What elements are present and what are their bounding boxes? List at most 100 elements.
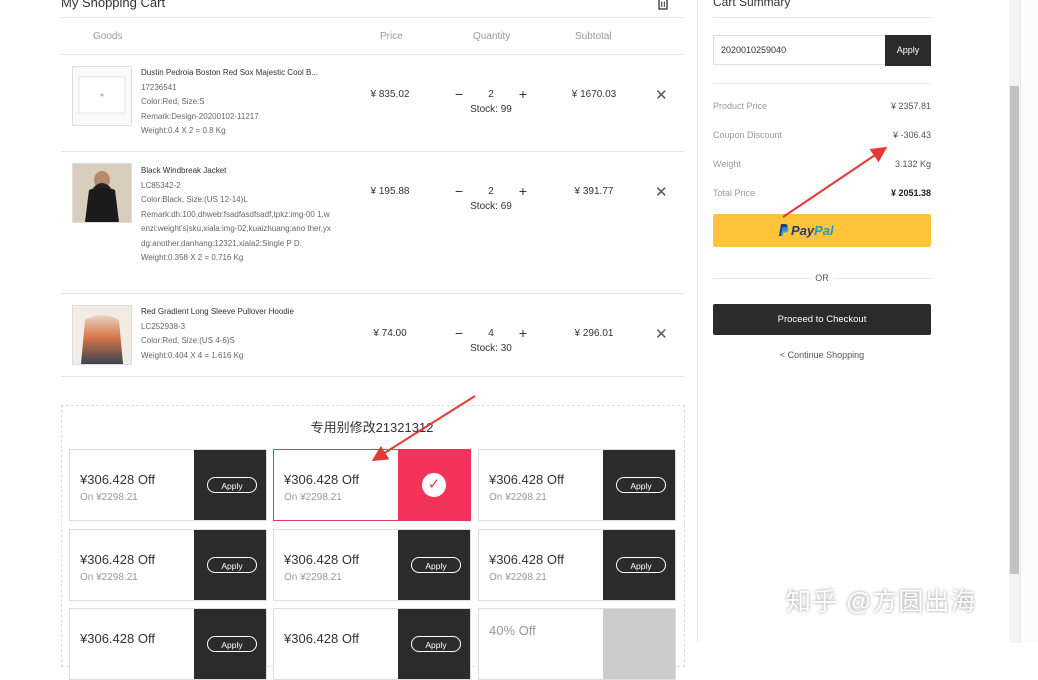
coupon-apply-button[interactable]: Apply — [207, 477, 257, 493]
product-image[interactable] — [72, 163, 132, 223]
item-price: ¥ 195.88 — [370, 186, 410, 197]
stock-label: Stock: 69 — [470, 201, 512, 212]
coupon-condition: On ¥2298.21 — [284, 572, 342, 583]
coupon-condition: On ¥2298.21 — [284, 492, 342, 503]
divider — [61, 376, 684, 377]
coupon-condition: On ¥2298.21 — [489, 572, 547, 583]
column-header-goods: Goods — [93, 31, 123, 42]
product-price-label: Product Price — [713, 101, 768, 111]
column-header-subtotal: Subtotal — [575, 31, 612, 42]
side-panel — [1020, 0, 1038, 643]
product-remark: Remark:dh:100,dhweb:fsadfasdfsadf,tpkz:i… — [141, 209, 331, 248]
coupon-card-selected[interactable]: ¥306.428 Off On ¥2298.21 ✓ — [273, 449, 471, 521]
divider — [61, 293, 684, 294]
minus-icon[interactable]: − — [455, 86, 463, 102]
coupon-amount: ¥306.428 Off — [284, 552, 359, 567]
coupon-card-disabled: 40% Off — [478, 608, 676, 680]
coupon-amount: 40% Off — [489, 623, 536, 638]
close-icon[interactable]: ✕ — [655, 86, 668, 104]
coupon-heading: 专用别修改21321312 — [310, 420, 434, 435]
apply-coupon-button[interactable]: Apply — [885, 35, 931, 66]
divider — [61, 151, 684, 152]
coupon-stub: Apply — [394, 530, 470, 600]
weight-label: Weight — [713, 159, 741, 169]
coupon-apply-button[interactable]: Apply — [616, 477, 666, 493]
product-name[interactable]: Black Windbreak Jacket — [141, 164, 331, 179]
or-separator: OR — [815, 273, 829, 283]
checkout-button[interactable]: Proceed to Checkout — [713, 304, 931, 335]
quantity-stepper: − 2 + Stock: 99 — [455, 86, 527, 115]
coupon-apply-button[interactable]: Apply — [411, 636, 461, 652]
divider — [61, 54, 684, 55]
coupon-amount: ¥306.428 Off — [489, 472, 564, 487]
paypal-label: PayPal — [791, 223, 834, 238]
coupon-stub: Apply — [190, 450, 266, 520]
coupon-stub — [599, 609, 675, 679]
product-remark: Remark:Design-20200102-11217 — [141, 111, 259, 121]
scrollbar-thumb[interactable] — [1010, 86, 1019, 574]
close-icon[interactable]: ✕ — [655, 325, 668, 343]
item-price: ¥ 74.00 — [373, 328, 407, 339]
coupon-stub: ✓ — [394, 450, 470, 520]
paypal-logo-icon — [779, 224, 789, 236]
product-sku: LC85342-2 — [141, 180, 181, 190]
coupon-card[interactable]: ¥306.428 Off On ¥2298.21 Apply — [69, 529, 267, 601]
coupon-condition: On ¥2298.21 — [80, 492, 138, 503]
coupon-card[interactable]: ¥306.428 Off On ¥2298.21 Apply — [69, 449, 267, 521]
product-price-value: ¥ 2357.81 — [890, 101, 931, 111]
coupon-card[interactable]: ¥306.428 Off On ¥2298.21 Apply — [478, 529, 676, 601]
coupon-stub: Apply — [190, 530, 266, 600]
product-variant: Color:Red, Size:S — [141, 97, 205, 106]
coupon-apply-button[interactable]: Apply — [207, 557, 257, 573]
plus-icon[interactable]: + — [519, 86, 527, 102]
coupon-amount: ¥306.428 Off — [284, 631, 359, 646]
coupon-apply-button[interactable]: Apply — [616, 557, 666, 573]
page-title: My Shopping Cart — [61, 0, 166, 10]
coupon-card[interactable]: ¥306.428 Off On ¥2298.21 Apply — [273, 529, 471, 601]
coupon-card[interactable]: ¥306.428 Off On ¥2298.21 Apply — [478, 449, 676, 521]
coupon-discount-value: ¥ -306.43 — [892, 130, 931, 140]
coupon-amount: ¥306.428 Off — [80, 631, 155, 646]
item-subtotal: ¥ 296.01 — [574, 328, 614, 339]
quantity-value[interactable]: 2 — [488, 186, 494, 197]
close-icon[interactable]: ✕ — [655, 183, 668, 201]
check-icon[interactable]: ✓ — [422, 473, 446, 497]
coupon-code-input[interactable]: 2020010259040 — [713, 35, 885, 65]
plus-icon[interactable]: + — [519, 325, 527, 341]
plus-icon[interactable]: + — [519, 183, 527, 199]
watermark: 知乎 @方圆出海 — [786, 588, 977, 616]
quantity-stepper: − 4 + Stock: 30 — [455, 325, 527, 354]
coupon-apply-button[interactable]: Apply — [207, 636, 257, 652]
continue-shopping-link[interactable]: < Continue Shopping — [713, 350, 931, 360]
coupon-condition: On ¥2298.21 — [80, 572, 138, 583]
weight-value: 3.132 Kg — [894, 159, 931, 169]
coupon-apply-button[interactable]: Apply — [411, 557, 461, 573]
trash-icon[interactable] — [656, 0, 670, 10]
product-image[interactable] — [72, 66, 132, 126]
coupon-card[interactable]: ¥306.428 Off Apply — [273, 608, 471, 680]
quantity-value[interactable]: 2 — [488, 89, 494, 100]
product-weight: Weight:0.4 X 2 = 0.8 Kg — [141, 126, 226, 135]
minus-icon[interactable]: − — [455, 183, 463, 199]
product-variant: Color:Red, Size:(US 4-6)S — [141, 336, 235, 345]
coupon-card[interactable]: ¥306.428 Off Apply — [69, 608, 267, 680]
product-name[interactable]: Dustin Pedroia Boston Red Sox Majestic C… — [141, 66, 331, 81]
coupon-condition: On ¥2298.21 — [489, 492, 547, 503]
divider — [713, 83, 931, 84]
divider — [713, 17, 931, 18]
paypal-button[interactable]: PayPal — [713, 214, 931, 247]
quantity-value[interactable]: 4 — [488, 328, 494, 339]
summary-title: Cart Summary — [713, 0, 791, 9]
coupon-stub: Apply — [599, 450, 675, 520]
coupon-stub: Apply — [394, 609, 470, 679]
product-weight: Weight:0.404 X 4 = 1.616 Kg — [141, 350, 244, 360]
item-price: ¥ 835.02 — [370, 89, 410, 100]
divider — [61, 17, 684, 18]
product-info: Black Windbreak Jacket LC85342-2 Color:B… — [141, 164, 331, 266]
product-sku: 17236541 — [141, 82, 177, 92]
product-image[interactable] — [72, 305, 132, 365]
product-name[interactable]: Red Gradient Long Sleeve Pullover Hoodie — [141, 305, 331, 320]
quantity-stepper: − 2 + Stock: 69 — [455, 183, 527, 212]
minus-icon[interactable]: − — [455, 325, 463, 341]
column-header-price: Price — [380, 31, 403, 42]
